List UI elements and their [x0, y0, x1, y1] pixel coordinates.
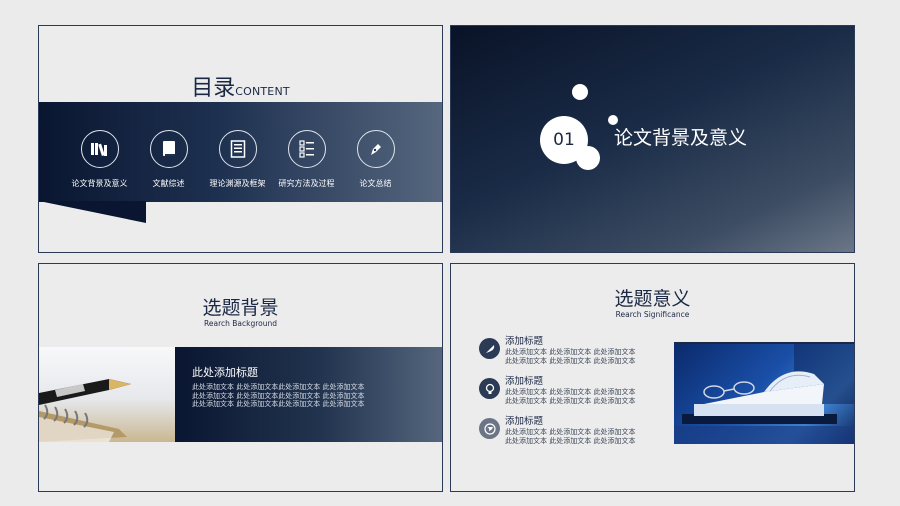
significance-title-block: 选题意义 Rearch Significance: [451, 288, 854, 319]
item-line: 此处添加文本 此处添加文本 此处添加文本: [505, 348, 636, 356]
item-title: 添加标题: [505, 416, 544, 427]
list-icon: [287, 130, 326, 168]
panel-line: 此处添加文本 此处添加文本此处添加文本 此处添加文本: [192, 400, 365, 408]
toc-item-theory[interactable]: 理论渊源及框架: [203, 130, 272, 189]
lightbulb-icon: [479, 378, 500, 399]
slide-background[interactable]: 选题背景 Rearch Background 此处添加标题 此处添加文本 此处添…: [38, 263, 443, 492]
toc-item-summary[interactable]: 论文总结: [341, 130, 410, 189]
item-title: 添加标题: [505, 376, 544, 387]
toc-item-method[interactable]: 研究方法及过程: [272, 130, 341, 189]
feather-icon: [479, 338, 500, 359]
item-body: 此处添加文本 此处添加文本 此处添加文本 此处添加文本 此处添加文本 此处添加文…: [505, 348, 660, 365]
item-line: 此处添加文本 此处添加文本 此处添加文本: [505, 436, 636, 445]
pen-notebook-image: [39, 347, 175, 442]
slide-significance[interactable]: 选题意义 Rearch Significance 添加标题 此处添加文本 此处添…: [450, 263, 855, 492]
section-title: 论文背景及意义: [614, 127, 748, 149]
panel-title: 此处添加标题: [192, 366, 258, 379]
panel-line: 此处添加文本 此处添加文本此处添加文本 此处添加文本: [192, 391, 365, 400]
slide-section[interactable]: 01 论文背景及意义: [450, 25, 855, 253]
globe-icon: [479, 418, 500, 439]
item-line: 此处添加文本 此处添加文本 此处添加文本: [505, 356, 636, 365]
toc-title-en: CONTENT: [235, 85, 290, 98]
book-icon: [149, 130, 188, 168]
item-body: 此处添加文本 此处添加文本 此处添加文本 此处添加文本 此处添加文本 此处添加文…: [505, 428, 660, 445]
slide-toc[interactable]: 目录CONTENT 论文背景及意义 文献综述 理论渊源及框架 研究方法及过程 论…: [38, 25, 443, 253]
background-subtitle: Rearch Background: [203, 319, 277, 328]
books-icon: [80, 130, 119, 168]
background-text-panel: 此处添加标题 此处添加文本 此处添加文本此处添加文本 此处添加文本 此处添加文本…: [175, 347, 442, 442]
toc-label: 论文总结: [359, 179, 392, 188]
document-icon: [218, 130, 257, 168]
toc-label: 论文背景及意义: [71, 179, 128, 188]
toc-label: 研究方法及过程: [278, 179, 335, 188]
toc-item-background[interactable]: 论文背景及意义: [65, 130, 134, 189]
item-line: 此处添加文本 此处添加文本 此处添加文本: [505, 428, 636, 436]
item-line: 此处添加文本 此处添加文本 此处添加文本: [505, 388, 636, 396]
toc-band-tab: [39, 201, 146, 223]
significance-subtitle: Rearch Significance: [615, 310, 690, 319]
toc-item-literature[interactable]: 文献综述: [134, 130, 203, 189]
toc-title-zh: 目录: [191, 76, 236, 101]
significance-title: 选题意义: [614, 288, 691, 310]
toc-label: 文献综述: [152, 179, 185, 188]
background-title: 选题背景: [202, 297, 279, 319]
toc-label: 理论渊源及框架: [209, 179, 266, 188]
section-number: 01: [553, 130, 575, 150]
decor-dot: [576, 146, 600, 170]
background-title-block: 选题背景 Rearch Background: [39, 297, 442, 328]
open-book-glasses-image: [674, 342, 854, 444]
list-item: 添加标题 此处添加文本 此处添加文本 此处添加文本 此处添加文本 此处添加文本 …: [479, 376, 660, 416]
toc-title: 目录CONTENT: [39, 70, 442, 102]
panel-body: 此处添加文本 此处添加文本此处添加文本 此处添加文本 此处添加文本 此处添加文本…: [192, 383, 397, 409]
item-title: 添加标题: [505, 336, 544, 347]
pen-icon: [356, 130, 395, 168]
significance-list: 添加标题 此处添加文本 此处添加文本 此处添加文本 此处添加文本 此处添加文本 …: [479, 336, 660, 456]
item-line: 此处添加文本 此处添加文本 此处添加文本: [505, 396, 636, 405]
item-body: 此处添加文本 此处添加文本 此处添加文本 此处添加文本 此处添加文本 此处添加文…: [505, 388, 660, 405]
list-item: 添加标题 此处添加文本 此处添加文本 此处添加文本 此处添加文本 此处添加文本 …: [479, 336, 660, 376]
panel-line: 此处添加文本 此处添加文本此处添加文本 此处添加文本: [192, 383, 365, 391]
toc-list: 论文背景及意义 文献综述 理论渊源及框架 研究方法及过程 论文总结: [65, 130, 410, 189]
list-item: 添加标题 此处添加文本 此处添加文本 此处添加文本 此处添加文本 此处添加文本 …: [479, 416, 660, 456]
decor-dot: [572, 84, 588, 100]
